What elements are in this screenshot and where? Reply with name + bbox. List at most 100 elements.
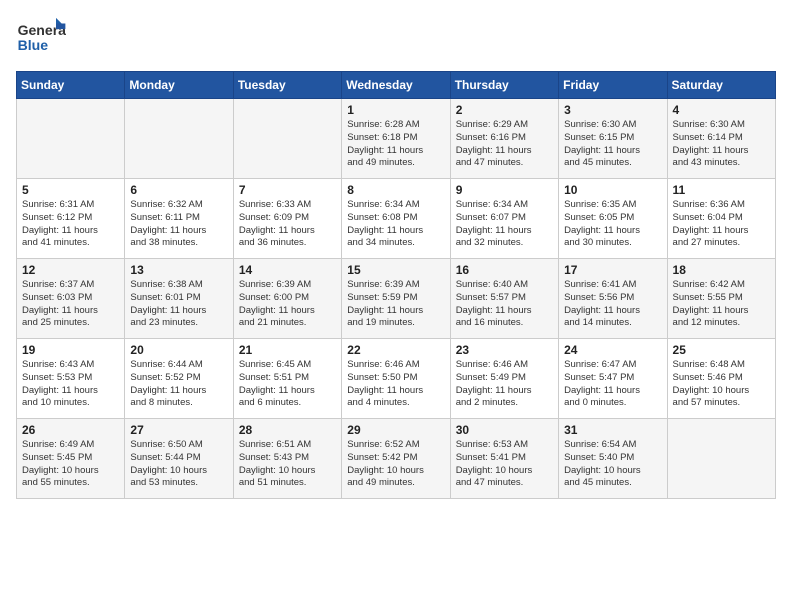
calendar-cell (667, 419, 775, 499)
day-number: 9 (456, 183, 553, 197)
day-number: 31 (564, 423, 661, 437)
calendar-cell: 4 Sunrise: 6:30 AM Sunset: 6:14 PM Daylig… (667, 99, 775, 179)
logo-svg: General Blue (16, 16, 66, 61)
day-number: 29 (347, 423, 444, 437)
calendar-cell: 5 Sunrise: 6:31 AM Sunset: 6:12 PM Daylig… (17, 179, 125, 259)
day-info: Sunrise: 6:30 AM Sunset: 6:14 PM Dayligh… (673, 119, 770, 170)
day-number: 10 (564, 183, 661, 197)
day-info: Sunrise: 6:39 AM Sunset: 5:59 PM Dayligh… (347, 279, 444, 330)
day-number: 17 (564, 263, 661, 277)
calendar-cell: 7 Sunrise: 6:33 AM Sunset: 6:09 PM Daylig… (233, 179, 341, 259)
calendar-cell: 13 Sunrise: 6:38 AM Sunset: 6:01 PM Dayli… (125, 259, 233, 339)
calendar-cell: 9 Sunrise: 6:34 AM Sunset: 6:07 PM Daylig… (450, 179, 558, 259)
calendar-cell: 18 Sunrise: 6:42 AM Sunset: 5:55 PM Dayli… (667, 259, 775, 339)
day-number: 11 (673, 183, 770, 197)
calendar-cell (17, 99, 125, 179)
calendar-cell: 24 Sunrise: 6:47 AM Sunset: 5:47 PM Dayli… (559, 339, 667, 419)
day-number: 18 (673, 263, 770, 277)
day-number: 7 (239, 183, 336, 197)
day-number: 4 (673, 103, 770, 117)
day-info: Sunrise: 6:43 AM Sunset: 5:53 PM Dayligh… (22, 359, 119, 410)
day-info: Sunrise: 6:30 AM Sunset: 6:15 PM Dayligh… (564, 119, 661, 170)
day-info: Sunrise: 6:50 AM Sunset: 5:44 PM Dayligh… (130, 439, 227, 490)
calendar-cell: 26Sunrise: 6:49 AM Sunset: 5:45 PM Dayli… (17, 419, 125, 499)
calendar-cell: 16Sunrise: 6:40 AM Sunset: 5:57 PM Dayli… (450, 259, 558, 339)
day-info: Sunrise: 6:52 AM Sunset: 5:42 PM Dayligh… (347, 439, 444, 490)
day-info: Sunrise: 6:32 AM Sunset: 6:11 PM Dayligh… (130, 199, 227, 250)
header-tuesday: Tuesday (233, 72, 341, 99)
calendar-cell: 28 Sunrise: 6:51 AM Sunset: 5:43 PM Dayli… (233, 419, 341, 499)
day-number: 1 (347, 103, 444, 117)
day-info: Sunrise: 6:36 AM Sunset: 6:04 PM Dayligh… (673, 199, 770, 250)
calendar-cell: 30 Sunrise: 6:53 AM Sunset: 5:41 PM Dayli… (450, 419, 558, 499)
calendar-cell: 6 Sunrise: 6:32 AM Sunset: 6:11 PM Daylig… (125, 179, 233, 259)
day-number: 27 (130, 423, 227, 437)
header-saturday: Saturday (667, 72, 775, 99)
day-info: Sunrise: 6:33 AM Sunset: 6:09 PM Dayligh… (239, 199, 336, 250)
day-info: Sunrise: 6:46 AM Sunset: 5:49 PM Dayligh… (456, 359, 553, 410)
day-info: Sunrise: 6:35 AM Sunset: 6:05 PM Dayligh… (564, 199, 661, 250)
day-number: 12 (22, 263, 119, 277)
day-info: Sunrise: 6:42 AM Sunset: 5:55 PM Dayligh… (673, 279, 770, 330)
day-info: Sunrise: 6:46 AM Sunset: 5:50 PM Dayligh… (347, 359, 444, 410)
calendar-cell: 10 Sunrise: 6:35 AM Sunset: 6:05 PM Dayli… (559, 179, 667, 259)
day-number: 22 (347, 343, 444, 357)
day-number: 30 (456, 423, 553, 437)
week-row-2: 5 Sunrise: 6:31 AM Sunset: 6:12 PM Daylig… (17, 179, 776, 259)
calendar-cell: 27 Sunrise: 6:50 AM Sunset: 5:44 PM Dayli… (125, 419, 233, 499)
day-number: 23 (456, 343, 553, 357)
calendar-cell (125, 99, 233, 179)
calendar-cell: 11 Sunrise: 6:36 AM Sunset: 6:04 PM Dayli… (667, 179, 775, 259)
day-number: 5 (22, 183, 119, 197)
day-number: 15 (347, 263, 444, 277)
day-number: 24 (564, 343, 661, 357)
day-number: 19 (22, 343, 119, 357)
day-info: Sunrise: 6:38 AM Sunset: 6:01 PM Dayligh… (130, 279, 227, 330)
day-number: 28 (239, 423, 336, 437)
calendar-cell: 3 Sunrise: 6:30 AM Sunset: 6:15 PM Daylig… (559, 99, 667, 179)
day-info: Sunrise: 6:53 AM Sunset: 5:41 PM Dayligh… (456, 439, 553, 490)
calendar-cell: 8 Sunrise: 6:34 AM Sunset: 6:08 PM Daylig… (342, 179, 450, 259)
calendar-cell: 19 Sunrise: 6:43 AM Sunset: 5:53 PM Dayli… (17, 339, 125, 419)
day-info: Sunrise: 6:54 AM Sunset: 5:40 PM Dayligh… (564, 439, 661, 490)
day-number: 3 (564, 103, 661, 117)
day-info: Sunrise: 6:34 AM Sunset: 6:07 PM Dayligh… (456, 199, 553, 250)
week-row-1: 1 Sunrise: 6:28 AM Sunset: 6:18 PM Daylig… (17, 99, 776, 179)
day-info: Sunrise: 6:40 AM Sunset: 5:57 PM Dayligh… (456, 279, 553, 330)
page-header: General Blue (16, 16, 776, 61)
week-row-4: 19 Sunrise: 6:43 AM Sunset: 5:53 PM Dayli… (17, 339, 776, 419)
day-info: Sunrise: 6:44 AM Sunset: 5:52 PM Dayligh… (130, 359, 227, 410)
calendar-cell: 14Sunrise: 6:39 AM Sunset: 6:00 PM Dayli… (233, 259, 341, 339)
day-info: Sunrise: 6:41 AM Sunset: 5:56 PM Dayligh… (564, 279, 661, 330)
day-info: Sunrise: 6:31 AM Sunset: 6:12 PM Dayligh… (22, 199, 119, 250)
calendar-cell: 31 Sunrise: 6:54 AM Sunset: 5:40 PM Dayli… (559, 419, 667, 499)
calendar-cell: 22 Sunrise: 6:46 AM Sunset: 5:50 PM Dayli… (342, 339, 450, 419)
day-info: Sunrise: 6:51 AM Sunset: 5:43 PM Dayligh… (239, 439, 336, 490)
svg-text:Blue: Blue (18, 37, 49, 53)
calendar-cell: 21Sunrise: 6:45 AM Sunset: 5:51 PM Dayli… (233, 339, 341, 419)
calendar-cell: 29 Sunrise: 6:52 AM Sunset: 5:42 PM Dayli… (342, 419, 450, 499)
day-number: 13 (130, 263, 227, 277)
calendar-cell: 1 Sunrise: 6:28 AM Sunset: 6:18 PM Daylig… (342, 99, 450, 179)
day-info: Sunrise: 6:34 AM Sunset: 6:08 PM Dayligh… (347, 199, 444, 250)
day-info: Sunrise: 6:29 AM Sunset: 6:16 PM Dayligh… (456, 119, 553, 170)
header-monday: Monday (125, 72, 233, 99)
day-info: Sunrise: 6:47 AM Sunset: 5:47 PM Dayligh… (564, 359, 661, 410)
header-wednesday: Wednesday (342, 72, 450, 99)
day-number: 8 (347, 183, 444, 197)
calendar-cell: 2Sunrise: 6:29 AM Sunset: 6:16 PM Daylig… (450, 99, 558, 179)
day-info: Sunrise: 6:37 AM Sunset: 6:03 PM Dayligh… (22, 279, 119, 330)
calendar-table: SundayMondayTuesdayWednesdayThursdayFrid… (16, 71, 776, 499)
day-info: Sunrise: 6:48 AM Sunset: 5:46 PM Dayligh… (673, 359, 770, 410)
logo: General Blue (16, 16, 66, 61)
day-info: Sunrise: 6:28 AM Sunset: 6:18 PM Dayligh… (347, 119, 444, 170)
day-number: 20 (130, 343, 227, 357)
day-info: Sunrise: 6:49 AM Sunset: 5:45 PM Dayligh… (22, 439, 119, 490)
calendar-cell: 25Sunrise: 6:48 AM Sunset: 5:46 PM Dayli… (667, 339, 775, 419)
calendar-cell (233, 99, 341, 179)
day-number: 6 (130, 183, 227, 197)
week-row-5: 26Sunrise: 6:49 AM Sunset: 5:45 PM Dayli… (17, 419, 776, 499)
week-row-3: 12 Sunrise: 6:37 AM Sunset: 6:03 PM Dayli… (17, 259, 776, 339)
calendar-cell: 20 Sunrise: 6:44 AM Sunset: 5:52 PM Dayli… (125, 339, 233, 419)
calendar-cell: 23 Sunrise: 6:46 AM Sunset: 5:49 PM Dayli… (450, 339, 558, 419)
